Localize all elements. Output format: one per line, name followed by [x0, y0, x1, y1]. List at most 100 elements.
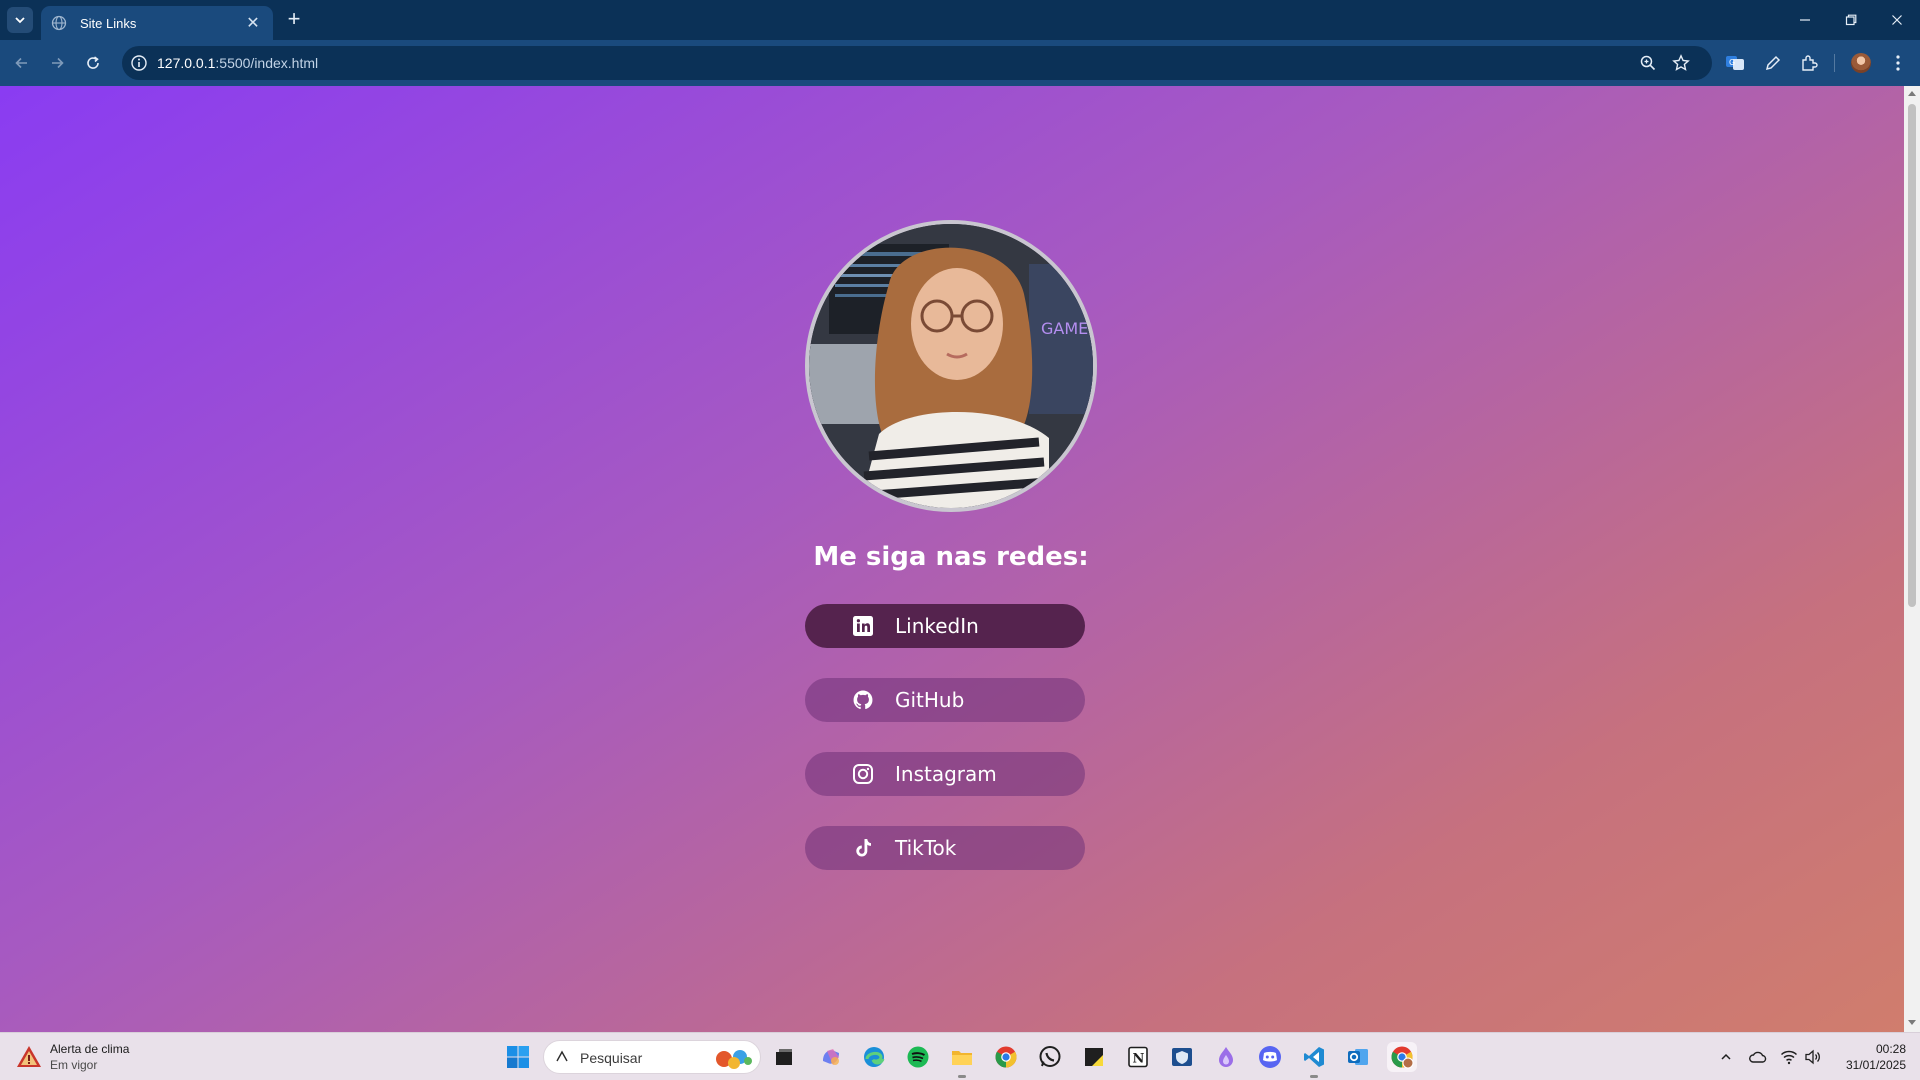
weather-text: Alerta de clima Em vigor — [50, 1041, 129, 1073]
vpn-app[interactable] — [1167, 1042, 1197, 1072]
task-view-icon — [776, 1049, 792, 1065]
url-host: 127.0.0.1 — [157, 55, 216, 71]
volume-tray[interactable] — [1803, 1047, 1823, 1067]
whatsapp-icon — [1039, 1046, 1061, 1067]
url-path: :5500/index.html — [215, 55, 319, 71]
sticky-notes-icon — [1085, 1048, 1103, 1066]
profile-avatar[interactable] — [1849, 51, 1873, 75]
instagram-link-button[interactable]: Instagram — [805, 752, 1085, 796]
start-button[interactable] — [503, 1042, 533, 1072]
spotify-icon — [907, 1046, 929, 1068]
extensions-puzzle-icon[interactable] — [1797, 51, 1821, 75]
linkedin-icon — [851, 614, 875, 638]
minimize-icon — [1800, 19, 1810, 21]
discord-app[interactable] — [1255, 1042, 1285, 1072]
more-vertical-icon — [1896, 55, 1900, 71]
back-button[interactable] — [9, 50, 35, 76]
clock-time: 00:28 — [1875, 1042, 1906, 1056]
close-window-button[interactable] — [1874, 0, 1920, 40]
chevron-down-icon — [15, 17, 25, 24]
url-text: 127.0.0.1:5500/index.html — [157, 55, 318, 71]
onedrive-tray[interactable] — [1748, 1047, 1768, 1067]
new-tab-button[interactable]: + — [282, 8, 306, 32]
ai-app[interactable] — [1211, 1042, 1241, 1072]
address-bar[interactable]: 127.0.0.1:5500/index.html — [122, 46, 1712, 80]
zoom-icon[interactable] — [1639, 54, 1657, 72]
folder-icon — [952, 1051, 972, 1065]
browser-toolbar: 127.0.0.1:5500/index.html G — [0, 40, 1920, 86]
toolbar-separator — [1834, 54, 1835, 72]
github-icon — [851, 688, 875, 712]
speaker-icon — [1805, 1049, 1820, 1065]
link-label: LinkedIn — [895, 614, 979, 638]
chrome-profile-icon — [1391, 1046, 1414, 1069]
weather-widget[interactable]: Alerta de clima Em vigor — [16, 1041, 129, 1073]
shield-app-icon — [1172, 1048, 1192, 1066]
scroll-up-arrow-icon[interactable] — [1908, 91, 1916, 96]
pen-extension-icon[interactable] — [1761, 51, 1785, 75]
tiktok-icon — [851, 836, 875, 860]
weather-alert-icon — [17, 1046, 41, 1067]
scrollbar-thumb[interactable] — [1908, 104, 1916, 607]
tiktok-link-button[interactable]: TikTok — [805, 826, 1085, 870]
spotify-app[interactable] — [903, 1042, 933, 1072]
show-hidden-icons-button[interactable] — [1716, 1047, 1736, 1067]
close-tab-icon[interactable]: ✕ — [243, 13, 263, 33]
bookmark-star-icon[interactable] — [1672, 54, 1690, 72]
svg-text:N: N — [1133, 1052, 1145, 1067]
windows-logo-icon — [507, 1046, 529, 1068]
edge-app[interactable] — [859, 1042, 889, 1072]
notion-icon: N — [1128, 1046, 1148, 1068]
svg-text:G: G — [1729, 58, 1735, 67]
file-explorer-app[interactable] — [947, 1042, 977, 1078]
link-label: GitHub — [895, 688, 965, 712]
translate-extension-icon[interactable]: G — [1723, 51, 1747, 75]
copilot-icon — [823, 1049, 839, 1065]
active-tab[interactable]: Site Links ✕ — [41, 6, 273, 40]
flame-icon — [1219, 1047, 1233, 1067]
search-highlight-icon — [716, 1050, 752, 1069]
svg-text:GAME: GAME — [1041, 319, 1088, 338]
page-viewport: GAME Me siga nas redes: LinkedIn GitHub … — [0, 86, 1904, 1032]
globe-icon — [51, 15, 67, 31]
tab-strip: Site Links ✕ + — [0, 0, 1920, 40]
chrome-active-app[interactable] — [1387, 1042, 1417, 1072]
outlook-app[interactable] — [1343, 1042, 1373, 1072]
tab-search-button[interactable] — [7, 7, 33, 33]
notion-app[interactable]: N — [1123, 1042, 1153, 1072]
minimize-button[interactable] — [1782, 0, 1828, 40]
chrome-app[interactable] — [991, 1042, 1021, 1072]
weather-title: Alerta de clima — [50, 1042, 130, 1056]
browser-menu-button[interactable] — [1886, 51, 1910, 75]
taskbar-search[interactable]: Pesquisar — [543, 1040, 761, 1074]
outlook-icon — [1348, 1049, 1368, 1065]
vscode-app[interactable] — [1299, 1042, 1329, 1078]
linkedin-link-button[interactable]: LinkedIn — [805, 604, 1085, 648]
github-link-button[interactable]: GitHub — [805, 678, 1085, 722]
sticky-notes-app[interactable] — [1079, 1042, 1109, 1072]
scroll-down-arrow-icon[interactable] — [1908, 1020, 1916, 1025]
discord-icon — [1259, 1046, 1281, 1068]
search-icon — [556, 1050, 568, 1062]
restore-button[interactable] — [1828, 0, 1874, 40]
link-label: TikTok — [895, 836, 957, 860]
task-view-button[interactable] — [769, 1042, 799, 1072]
whatsapp-app[interactable] — [1035, 1042, 1065, 1072]
taskbar-clock[interactable]: 00:28 31/01/2025 — [1826, 1041, 1906, 1073]
cloud-icon — [1749, 1051, 1767, 1063]
vscode-icon — [1304, 1047, 1324, 1067]
reload-button[interactable] — [80, 50, 106, 76]
profile-photo: GAME — [805, 220, 1097, 512]
link-label: Instagram — [895, 762, 997, 786]
tab-title: Site Links — [80, 15, 137, 31]
site-info-icon[interactable] — [130, 54, 148, 72]
search-placeholder: Pesquisar — [580, 1050, 643, 1066]
arrow-left-icon — [15, 57, 27, 69]
close-icon — [1892, 15, 1902, 25]
network-tray[interactable] — [1779, 1047, 1799, 1067]
copilot-app[interactable] — [816, 1042, 846, 1072]
chrome-icon — [995, 1046, 1017, 1068]
page-scrollbar[interactable] — [1904, 86, 1920, 1032]
forward-button[interactable] — [44, 50, 70, 76]
page-heading: Me siga nas redes: — [813, 542, 1089, 572]
